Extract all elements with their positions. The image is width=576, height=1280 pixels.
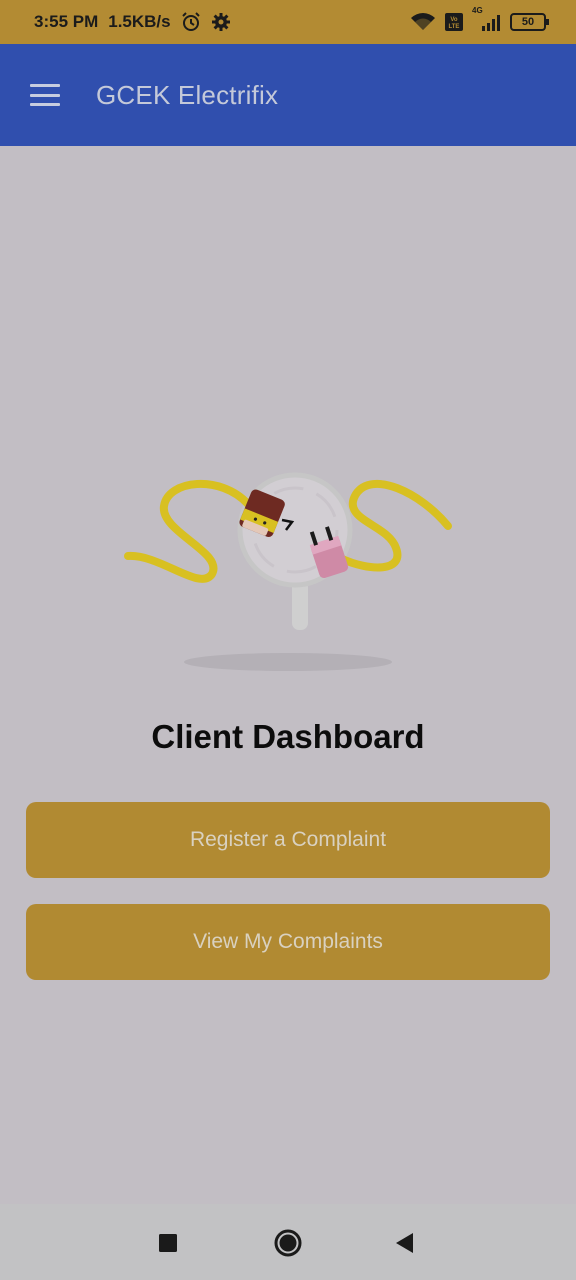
page-title: Client Dashboard [151, 718, 425, 755]
settings-gear-icon [211, 12, 231, 32]
view-complaints-button[interactable]: View My Complaints [26, 904, 550, 980]
status-bar: 3:55 PM 1.5KB/s Vo LTE 4G 50 [0, 0, 576, 44]
recents-square-icon[interactable] [151, 1226, 185, 1260]
status-right: Vo LTE 4G 50 [410, 6, 549, 32]
battery-level: 50 [521, 16, 535, 28]
hamburger-menu-icon[interactable] [30, 84, 60, 106]
status-network-speed: 1.5KB/s [108, 12, 171, 31]
register-complaint-button[interactable]: Register a Complaint [26, 802, 550, 878]
status-time: 3:55 PM [34, 12, 99, 31]
back-triangle-icon[interactable] [388, 1226, 422, 1260]
register-complaint-label: Register a Complaint [189, 828, 387, 851]
app-title: GCEK Electrifix [96, 79, 279, 110]
signal-icon: 4G [472, 6, 502, 32]
svg-text:LTE: LTE [449, 24, 460, 30]
system-nav-bar [0, 1204, 576, 1280]
app-bar: GCEK Electrifix [0, 44, 576, 146]
status-left: 3:55 PM 1.5KB/s [34, 12, 231, 32]
svg-text:Vo: Vo [450, 17, 458, 23]
volte-icon: Vo LTE [444, 12, 464, 32]
view-complaints-label: View My Complaints [193, 930, 383, 953]
wifi-icon [410, 12, 436, 32]
disconnected-plug-illustration [120, 462, 456, 682]
alarm-icon [181, 12, 201, 32]
home-circle-icon[interactable] [271, 1226, 305, 1260]
network-type: 4G [472, 6, 483, 15]
battery-icon: 50 [510, 13, 549, 31]
